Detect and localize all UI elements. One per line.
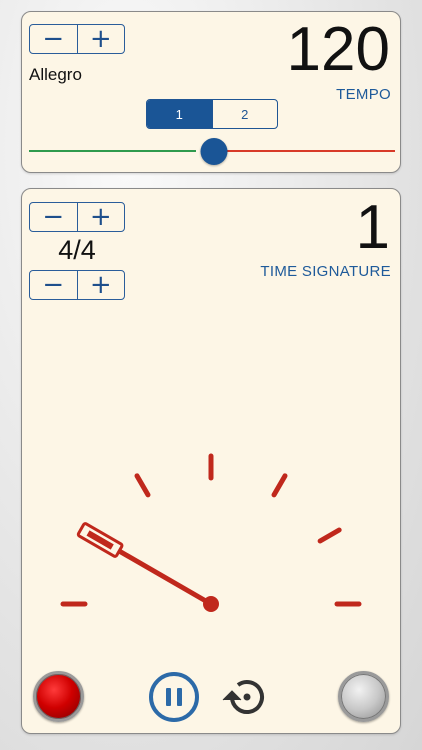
- slider-thumb[interactable]: [200, 138, 228, 165]
- reset-icon: [222, 680, 264, 714]
- tempo-value: 120: [286, 15, 390, 84]
- gauge-tick: [134, 473, 151, 498]
- tempo-slider[interactable]: [29, 138, 395, 165]
- tempo-increase-button[interactable]: +: [76, 25, 125, 53]
- tempo-stepper: − +: [29, 24, 125, 54]
- gauge-tick: [271, 473, 288, 498]
- metronome-needle: [76, 522, 219, 612]
- tempo-name: Allegro: [29, 65, 82, 84]
- mode-segmented-control: 1 2: [146, 99, 278, 129]
- tempo-panel: − + Allegro 120 TEMPO 1 2: [21, 11, 401, 173]
- metronome-gauge: [60, 453, 362, 612]
- segment-1[interactable]: 1: [147, 100, 212, 128]
- tempo-decrease-button[interactable]: −: [30, 25, 77, 53]
- grey-button[interactable]: [338, 671, 389, 722]
- time-signature-panel: − + 4/4 − + 1 TIME SIGNATURE: [21, 188, 401, 734]
- pause-button[interactable]: [149, 672, 199, 722]
- pause-icon: [166, 688, 171, 706]
- segment-2[interactable]: 2: [211, 100, 278, 128]
- slider-track-left: [29, 150, 196, 152]
- record-button[interactable]: [33, 671, 84, 722]
- gauge-tick: [317, 527, 342, 544]
- tempo-label: TEMPO: [336, 86, 391, 103]
- pause-icon: [177, 688, 182, 706]
- slider-track-right: [220, 150, 395, 152]
- reset-button[interactable]: [220, 671, 272, 723]
